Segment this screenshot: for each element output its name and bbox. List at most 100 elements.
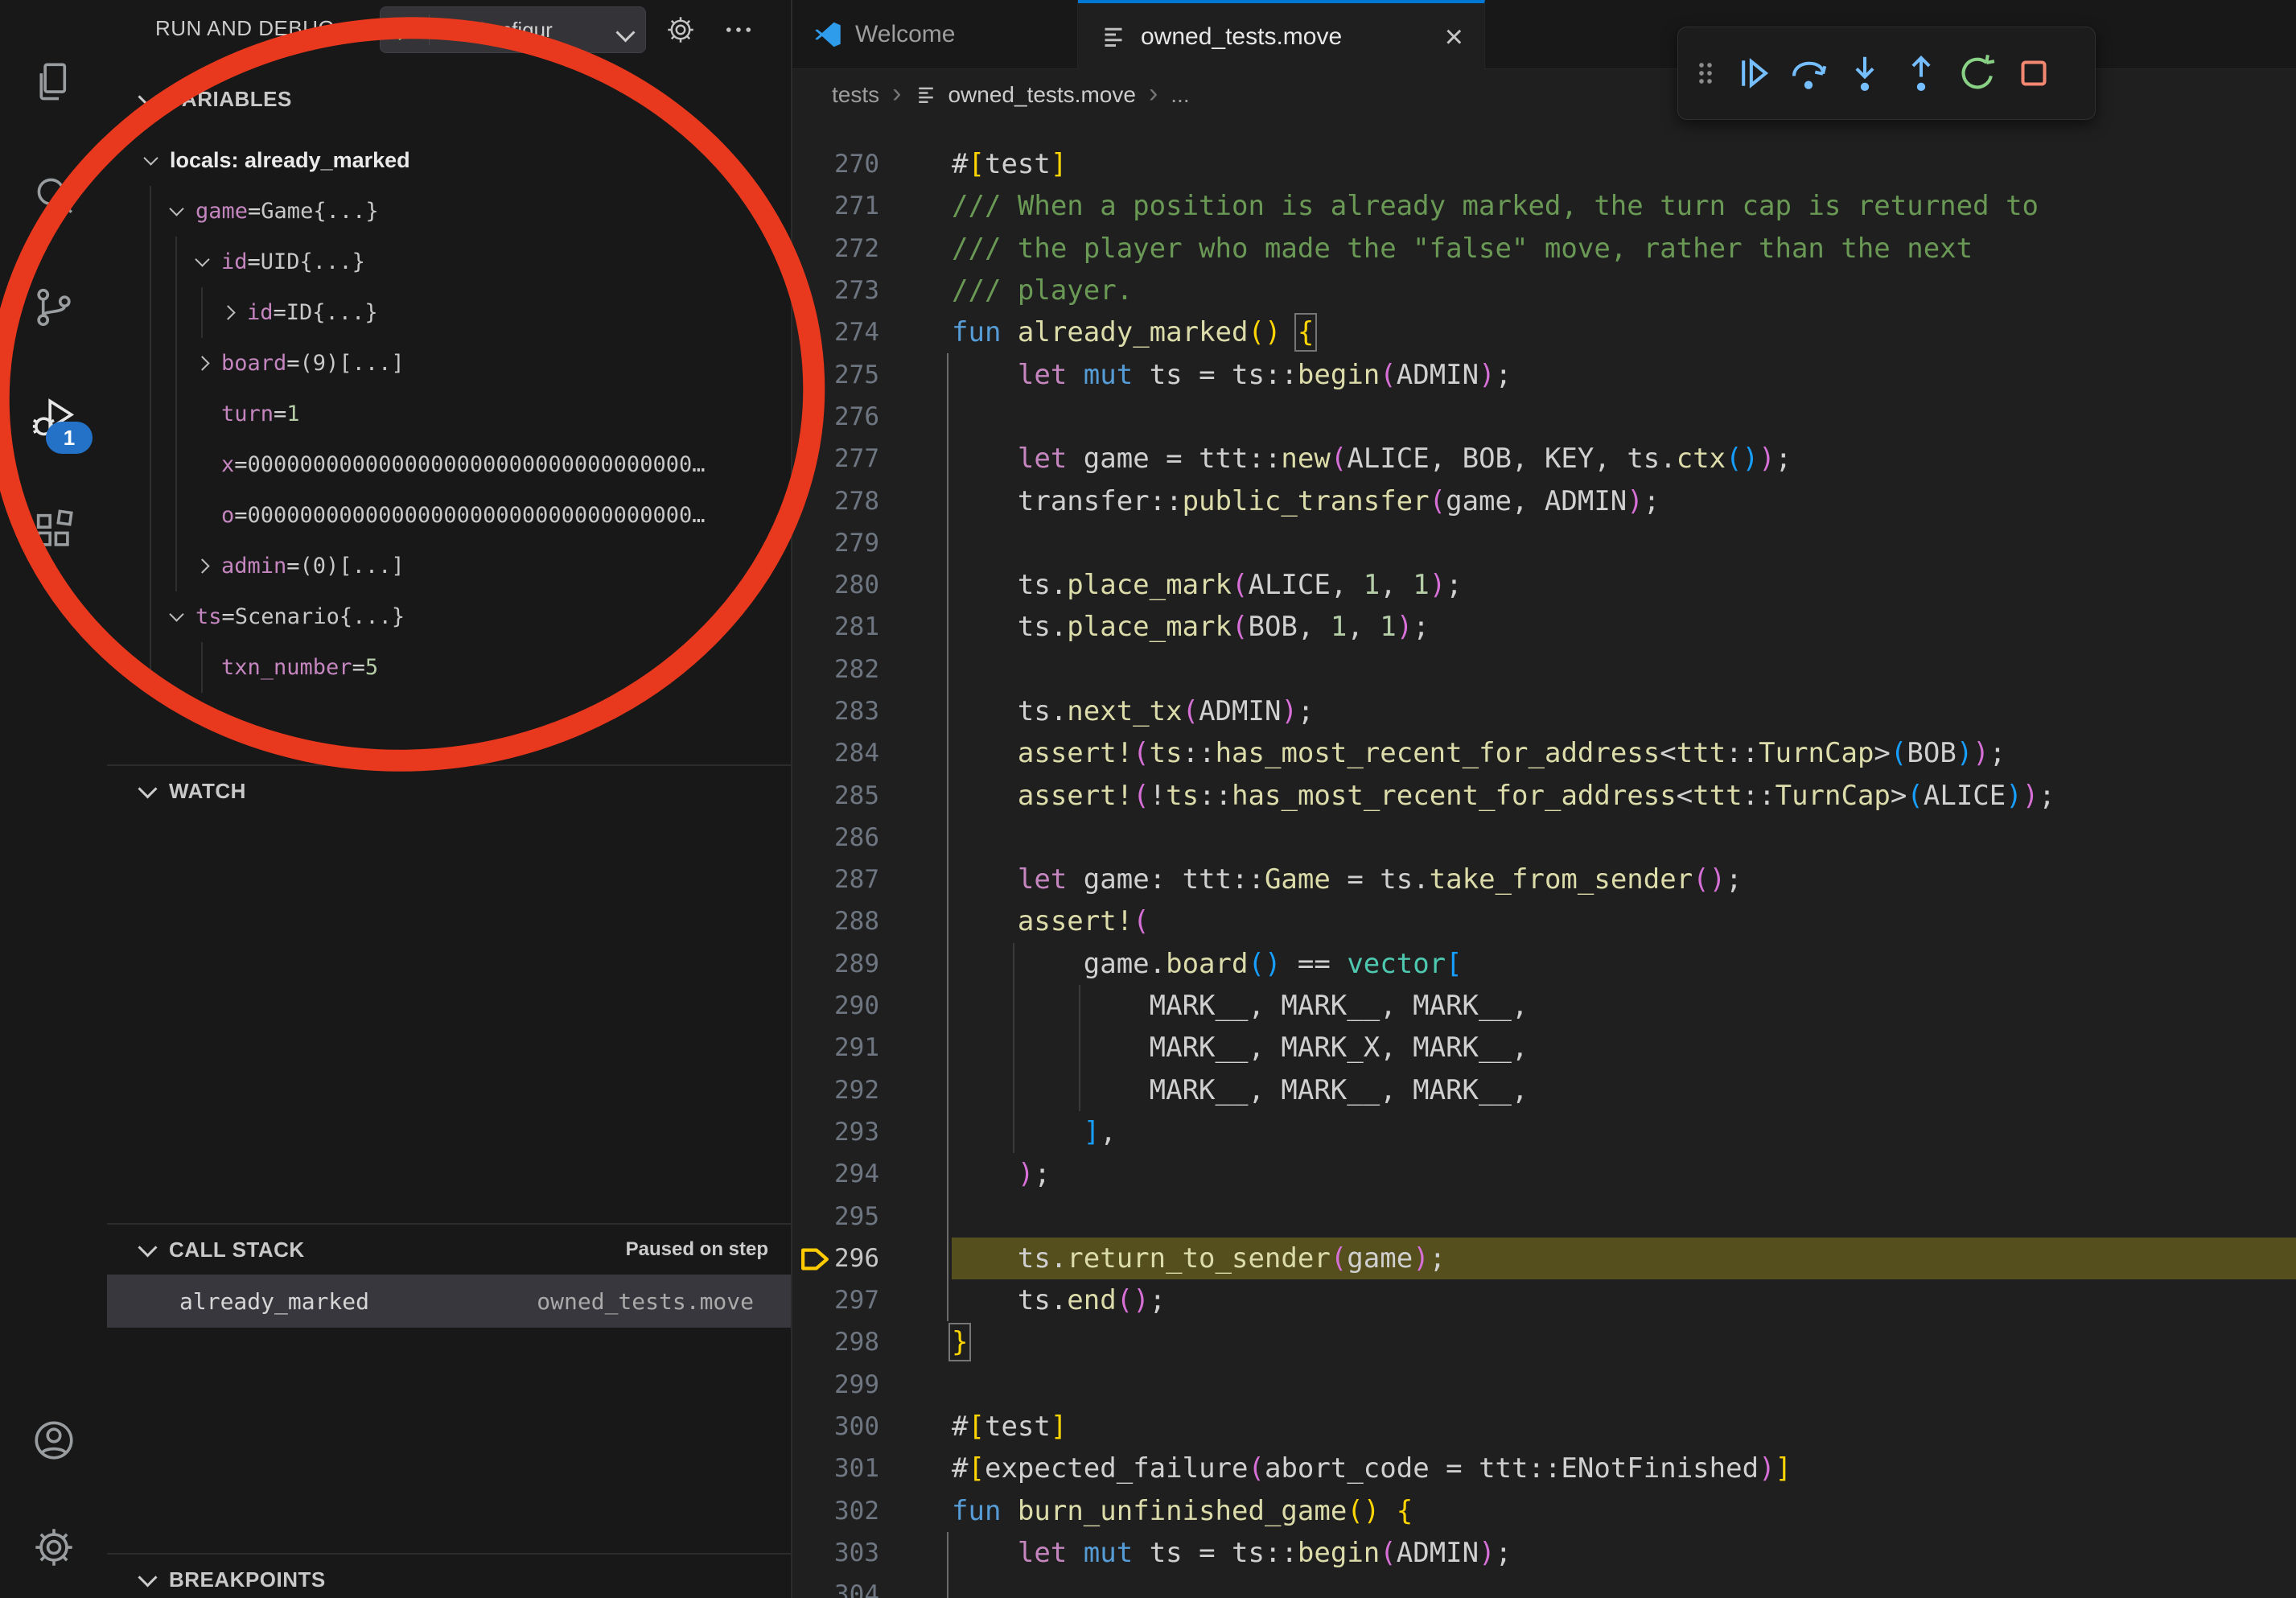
code-line-281[interactable]: 281 ts.place_mark(BOB, 1, 1);	[792, 606, 2296, 648]
code-line-293[interactable]: 293 ],	[792, 1111, 2296, 1153]
breakpoint-gutter[interactable]	[792, 900, 833, 942]
stop-button[interactable]	[2008, 44, 2059, 102]
code-line-285[interactable]: 285 assert!(!ts::has_most_recent_for_add…	[792, 774, 2296, 816]
account-icon[interactable]	[0, 1396, 107, 1485]
breadcrumb-folder[interactable]: tests	[832, 82, 879, 108]
breakpoint-gutter[interactable]	[792, 1153, 833, 1195]
code-line-271[interactable]: 271/// When a position is already marked…	[792, 185, 2296, 227]
more-actions-icon[interactable]	[718, 10, 759, 50]
current-line-gutter-marker[interactable]	[792, 1238, 833, 1279]
breakpoint-gutter[interactable]	[792, 564, 833, 606]
breakpoint-gutter[interactable]	[792, 1532, 833, 1574]
run-and-debug-icon[interactable]: 1	[0, 373, 107, 462]
variable-row-ts[interactable]: ts = Scenario{...}	[107, 591, 791, 642]
code-line-284[interactable]: 284 assert!(ts::has_most_recent_for_addr…	[792, 732, 2296, 774]
variable-row-turn[interactable]: turn = 1	[107, 389, 791, 439]
code-line-292[interactable]: 292 MARK__, MARK__, MARK__,	[792, 1069, 2296, 1111]
breakpoint-gutter[interactable]	[792, 1195, 833, 1237]
variable-row-x[interactable]: x = 000000000000000000000000000000000000…	[107, 439, 791, 490]
drag-handle[interactable]	[1689, 44, 1722, 102]
code-line-300[interactable]: 300#[test]	[792, 1406, 2296, 1448]
step-into-button[interactable]	[1839, 44, 1891, 102]
breakpoint-gutter[interactable]	[792, 732, 833, 774]
breakpoint-gutter[interactable]	[792, 480, 833, 521]
breakpoint-gutter[interactable]	[792, 1490, 833, 1532]
breakpoint-gutter[interactable]	[792, 774, 833, 816]
code-line-273[interactable]: 273/// player.	[792, 270, 2296, 311]
breadcrumb-file[interactable]: owned_tests.move	[914, 82, 1135, 108]
call-stack-section-header[interactable]: CALL STACK Paused on step	[107, 1225, 791, 1275]
breakpoint-gutter[interactable]	[792, 1111, 833, 1153]
call-stack-frame[interactable]: already_markedowned_tests.move	[107, 1275, 791, 1328]
code-line-274[interactable]: 274fun already_marked() {	[792, 311, 2296, 353]
chevron-down-icon[interactable]	[165, 606, 187, 628]
continue-button[interactable]	[1726, 44, 1778, 102]
breakpoint-gutter[interactable]	[792, 817, 833, 859]
breakpoint-gutter[interactable]	[792, 438, 833, 480]
restart-button[interactable]	[1952, 44, 2003, 102]
code-line-299[interactable]: 299	[792, 1364, 2296, 1406]
chevron-right-icon[interactable]	[216, 302, 239, 324]
code-line-275[interactable]: 275 let mut ts = ts::begin(ADMIN);	[792, 353, 2296, 395]
breakpoint-gutter[interactable]	[792, 943, 833, 985]
explorer-icon[interactable]	[0, 38, 107, 126]
breakpoint-gutter[interactable]	[792, 228, 833, 270]
breakpoint-gutter[interactable]	[792, 606, 833, 648]
breakpoint-gutter[interactable]	[792, 311, 833, 353]
breakpoints-section-header[interactable]: BREAKPOINTS	[107, 1555, 791, 1598]
code-line-295[interactable]: 295	[792, 1195, 2296, 1237]
breakpoint-gutter[interactable]	[792, 1574, 833, 1598]
code-line-302[interactable]: 302fun burn_unfinished_game() {	[792, 1490, 2296, 1532]
code-line-291[interactable]: 291 MARK__, MARK_X, MARK__,	[792, 1027, 2296, 1069]
code-line-303[interactable]: 303 let mut ts = ts::begin(ADMIN);	[792, 1532, 2296, 1574]
breakpoint-gutter[interactable]	[792, 1027, 833, 1069]
debug-settings-gear-icon[interactable]	[660, 10, 701, 50]
variable-row-admin[interactable]: admin = (0)[...]	[107, 541, 791, 591]
breakpoint-gutter[interactable]	[792, 1406, 833, 1448]
chevron-right-icon[interactable]	[191, 555, 213, 578]
variable-row-id[interactable]: id = ID{...}	[107, 287, 791, 338]
breakpoint-gutter[interactable]	[792, 1069, 833, 1111]
code-line-278[interactable]: 278 transfer::public_transfer(game, ADMI…	[792, 480, 2296, 521]
breakpoint-gutter[interactable]	[792, 396, 833, 438]
code-line-286[interactable]: 286	[792, 817, 2296, 859]
breakpoint-gutter[interactable]	[792, 1364, 833, 1406]
code-line-270[interactable]: 270#[test]	[792, 143, 2296, 185]
breakpoint-gutter[interactable]	[792, 649, 833, 690]
code-line-280[interactable]: 280 ts.place_mark(ALICE, 1, 1);	[792, 564, 2296, 606]
step-over-button[interactable]	[1783, 44, 1834, 102]
code-line-279[interactable]: 279	[792, 522, 2296, 564]
code-line-287[interactable]: 287 let game: ttt::Game = ts.take_from_s…	[792, 859, 2296, 900]
code-line-304[interactable]: 304	[792, 1574, 2296, 1598]
variable-row-id[interactable]: id = UID{...}	[107, 237, 791, 287]
variable-row-txn_number[interactable]: txn_number = 5	[107, 642, 791, 693]
code-line-277[interactable]: 277 let game = ttt::new(ALICE, BOB, KEY,…	[792, 438, 2296, 480]
scope-row[interactable]: locals: already_marked	[107, 135, 791, 186]
extensions-icon[interactable]	[0, 487, 107, 575]
breakpoint-gutter[interactable]	[792, 1448, 833, 1489]
breakpoint-gutter[interactable]	[792, 1279, 833, 1321]
code-line-288[interactable]: 288 assert!(	[792, 900, 2296, 942]
close-tab-icon[interactable]: ×	[1445, 21, 1463, 53]
breakpoint-gutter[interactable]	[792, 353, 833, 395]
breakpoint-gutter[interactable]	[792, 690, 833, 732]
code-line-276[interactable]: 276	[792, 396, 2296, 438]
variable-row-game[interactable]: game = Game{...}	[107, 186, 791, 237]
search-icon[interactable]	[0, 150, 107, 239]
code-line-289[interactable]: 289 game.board() == vector[	[792, 943, 2296, 985]
tab-owned-tests-move[interactable]: owned_tests.move ×	[1078, 0, 1485, 70]
code-line-301[interactable]: 301#[expected_failure(abort_code = ttt::…	[792, 1448, 2296, 1489]
code-line-297[interactable]: 297 ts.end();	[792, 1279, 2296, 1321]
code-line-282[interactable]: 282	[792, 649, 2296, 690]
breakpoint-gutter[interactable]	[792, 859, 833, 900]
step-out-button[interactable]	[1895, 44, 1947, 102]
breadcrumb-symbol[interactable]: ...	[1171, 82, 1189, 108]
code-line-272[interactable]: 272/// the player who made the "false" m…	[792, 228, 2296, 270]
chevron-right-icon[interactable]	[191, 352, 213, 375]
breakpoint-gutter[interactable]	[792, 985, 833, 1027]
code-line-298[interactable]: 298}	[792, 1321, 2296, 1363]
breakpoint-gutter[interactable]	[792, 270, 833, 311]
chevron-down-icon[interactable]	[165, 200, 187, 223]
breakpoint-gutter[interactable]	[792, 1321, 833, 1363]
breakpoint-gutter[interactable]	[792, 185, 833, 227]
